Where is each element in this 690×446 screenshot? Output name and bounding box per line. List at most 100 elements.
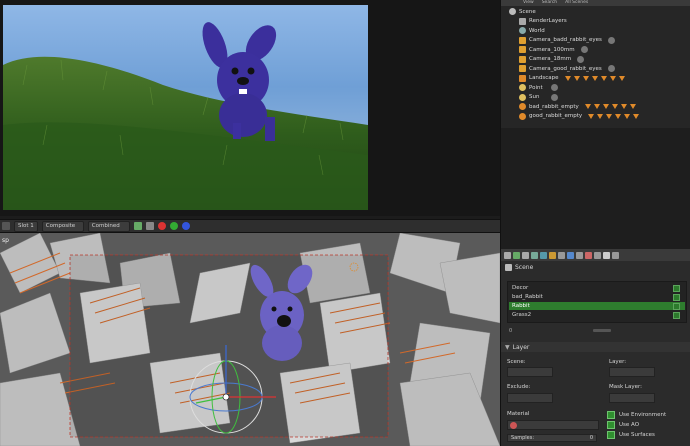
outliner-row-camera-badd-rabbit-eyes[interactable]: Camera_badd_rabbit_eyes <box>501 36 690 46</box>
layer-panel-title: Layer <box>512 343 530 351</box>
exclude-layers-grid[interactable] <box>507 393 553 403</box>
modifier-icon[interactable] <box>564 75 571 81</box>
blue-channel-icon[interactable] <box>181 222 190 230</box>
material-override-field[interactable] <box>507 420 599 430</box>
samples-label: Samples: <box>511 435 535 441</box>
outliner-row-world[interactable]: World <box>501 26 690 36</box>
outliner-row-label: Camera_good_rabbit_eyes <box>529 65 602 72</box>
use-surfaces-checkbox[interactable] <box>607 431 615 439</box>
child-object-icon[interactable] <box>629 104 636 110</box>
samples-field[interactable]: Samples: 0 <box>507 434 597 442</box>
alpha-icon[interactable] <box>145 222 154 230</box>
mask-layer-grid[interactable] <box>609 393 655 403</box>
samples-value: 0 <box>589 435 593 441</box>
world-tab-icon[interactable] <box>540 251 547 259</box>
layer-layers-grid[interactable] <box>609 367 655 377</box>
display-mode-selector[interactable]: All Scenes <box>565 0 588 6</box>
child-object-icon[interactable] <box>620 104 627 110</box>
material-icon[interactable] <box>600 75 607 81</box>
list-count: 0 <box>509 328 513 334</box>
modifiers-tab-icon[interactable] <box>567 251 574 259</box>
outliner-row-point[interactable]: Point <box>501 83 690 93</box>
material-icon[interactable] <box>582 75 589 81</box>
physics-tab-icon[interactable] <box>612 251 619 259</box>
render-layer-item-decor[interactable]: Decor <box>509 284 685 292</box>
camera-data-icon[interactable] <box>580 46 588 54</box>
child-object-icon[interactable] <box>584 104 591 110</box>
scene-layers-grid[interactable] <box>507 367 553 377</box>
layer-enable-checkbox[interactable] <box>673 285 680 292</box>
material-tab-icon[interactable] <box>585 251 592 259</box>
outliner-row-camera-100mm[interactable]: Camera_100mm <box>501 45 690 55</box>
child-object-icon[interactable] <box>597 113 604 119</box>
camera-data-icon[interactable] <box>577 55 585 63</box>
properties-tabs <box>501 249 690 261</box>
use-surfaces-option[interactable]: Use Surfaces <box>607 431 655 439</box>
outliner-row-good-rabbit-empty[interactable]: good_rabbit_empty <box>501 112 690 122</box>
red-channel-icon[interactable] <box>157 222 166 230</box>
data-tab-icon[interactable] <box>576 251 583 259</box>
3d-viewport[interactable]: sp <box>0 233 500 446</box>
render-layer-name: bad_Rabbit <box>512 293 543 300</box>
material-icon[interactable] <box>618 75 625 81</box>
child-object-icon[interactable] <box>602 104 609 110</box>
layer-enable-checkbox[interactable] <box>673 294 680 301</box>
use-ao-checkbox[interactable] <box>607 421 615 429</box>
render-layers-tab-icon[interactable] <box>522 251 529 259</box>
render-layer-item-grass2[interactable]: Grass2 <box>509 311 685 319</box>
child-object-icon[interactable] <box>611 104 618 110</box>
editor-type-icon[interactable] <box>504 251 511 259</box>
scene-tab-icon[interactable] <box>531 251 538 259</box>
outliner-row-bad-rabbit-empty[interactable]: bad_rabbit_empty <box>501 102 690 112</box>
constraints-tab-icon[interactable] <box>558 251 565 259</box>
layer-enable-checkbox[interactable] <box>673 312 680 319</box>
properties-panel: Scene Decor bad_Rabbit Rabbit Grass2 0 ▼… <box>500 249 690 446</box>
child-object-icon[interactable] <box>606 113 613 119</box>
layer-enable-checkbox[interactable] <box>673 303 680 310</box>
child-object-icon[interactable] <box>593 104 600 110</box>
child-object-icon[interactable] <box>615 113 622 119</box>
outliner-row-scene[interactable]: Scene <box>501 7 690 17</box>
material-icon[interactable] <box>609 75 616 81</box>
outliner-row-landscape[interactable]: Landscape <box>501 74 690 84</box>
texture-tab-icon[interactable] <box>594 251 601 259</box>
outliner-row-label: Camera_badd_rabbit_eyes <box>529 37 602 44</box>
view-selector[interactable]: Combined <box>87 220 130 232</box>
outliner-row-camera-18mm[interactable]: Camera_18mm <box>501 55 690 65</box>
render-layer-item-bad-rabbit[interactable]: bad_Rabbit <box>509 293 685 301</box>
use-environment-checkbox[interactable] <box>607 411 615 419</box>
pass-selector[interactable]: Composite <box>41 220 84 232</box>
child-object-icon[interactable] <box>633 113 640 119</box>
display-channel-icon[interactable] <box>133 222 142 230</box>
camera-data-icon[interactable] <box>607 65 615 73</box>
outliner-row-camera-good-rabbit-eyes[interactable]: Camera_good_rabbit_eyes <box>501 64 690 74</box>
render-layer-item-rabbit[interactable]: Rabbit <box>509 302 685 310</box>
editor-type-icon[interactable] <box>2 222 10 230</box>
layer-panel-header[interactable]: ▼ Layer <box>501 342 690 352</box>
green-channel-icon[interactable] <box>169 222 178 230</box>
outliner-row-sun[interactable]: Sun <box>501 93 690 103</box>
child-object-icon[interactable] <box>624 113 631 119</box>
material-override-label: Material <box>507 411 530 417</box>
search-menu[interactable]: Search <box>542 0 557 6</box>
list-resize-handle[interactable] <box>593 329 611 332</box>
use-environment-option[interactable]: Use Environment <box>607 411 666 419</box>
object-tab-icon[interactable] <box>549 251 556 259</box>
view-menu[interactable]: View <box>523 0 534 6</box>
outliner-row-label: World <box>529 27 545 34</box>
outliner-row-renderlayers[interactable]: RenderLayers <box>501 17 690 27</box>
outliner-header: View Search All Scenes <box>501 0 690 6</box>
use-ao-option[interactable]: Use AO <box>607 421 639 429</box>
particles-tab-icon[interactable] <box>603 251 610 259</box>
slot-selector[interactable]: Slot 1 <box>14 220 38 232</box>
child-object-icon[interactable] <box>588 113 595 119</box>
lamp-data-icon[interactable] <box>550 84 558 92</box>
material-sphere-icon <box>510 421 517 429</box>
material-icon[interactable] <box>591 75 598 81</box>
render-tab-icon[interactable] <box>513 251 520 259</box>
lamp-data-icon[interactable] <box>551 93 559 101</box>
particle-icon[interactable] <box>573 75 580 81</box>
exclude-layers-label: Exclude: <box>507 384 531 390</box>
camera-data-icon[interactable] <box>607 36 615 44</box>
layer-layers-label: Layer: <box>609 359 627 365</box>
